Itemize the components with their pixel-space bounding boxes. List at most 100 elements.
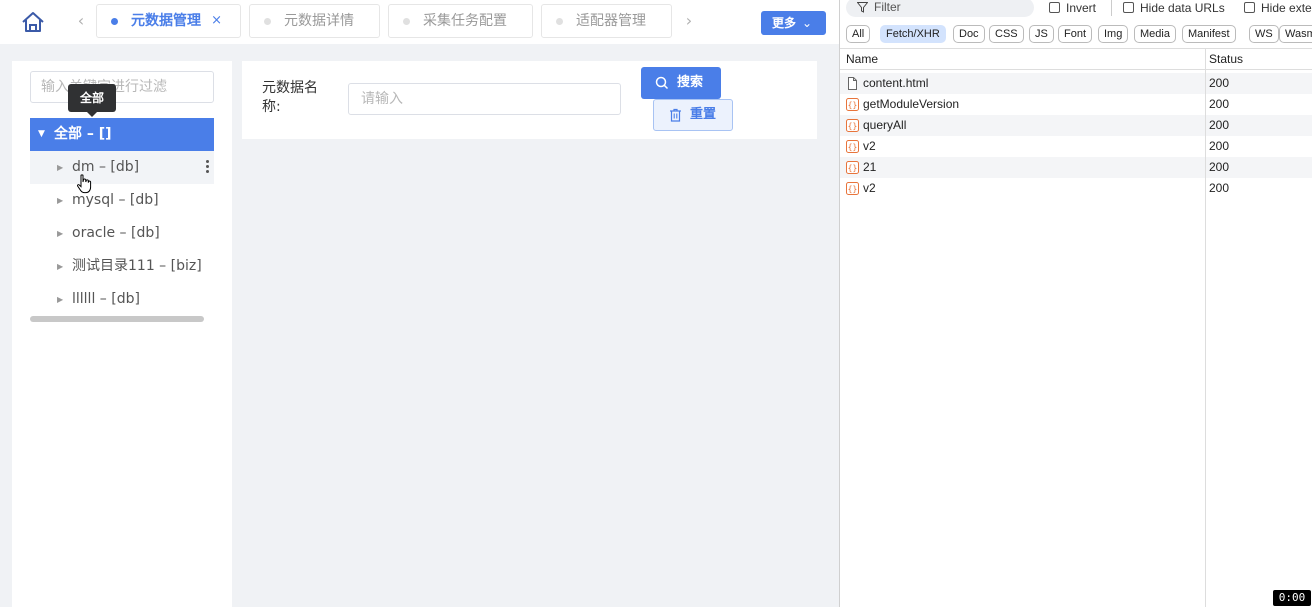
svg-text:{}: {} — [848, 143, 858, 152]
tree-node-mysql[interactable]: ▶ mysql – [db] — [30, 184, 214, 217]
chip-img[interactable]: Img — [1098, 25, 1129, 43]
trash-icon — [670, 108, 681, 122]
request-status: 200 — [1209, 97, 1230, 111]
chip-doc[interactable]: Doc — [953, 25, 985, 43]
devtools-network-panel: Filter Invert Hide data URLs Hide exte A… — [839, 0, 1312, 607]
xhr-icon: {} — [846, 161, 859, 174]
request-status: 200 — [1209, 139, 1230, 153]
tab-label: 元数据详情 — [284, 13, 354, 29]
recording-timer: 0:00 — [1273, 590, 1311, 606]
caret-right-icon[interactable]: ▶ — [57, 151, 63, 184]
request-row[interactable]: {} v2 200 — [840, 178, 1312, 199]
request-name: queryAll — [863, 118, 907, 132]
chip-fetch-xhr[interactable]: Fetch/XHR — [880, 25, 946, 43]
tree-root-node[interactable]: ▼ 全部 – [] — [30, 118, 214, 151]
chip-css[interactable]: CSS — [989, 25, 1024, 43]
checkbox-box[interactable] — [1123, 2, 1134, 13]
caret-right-icon[interactable]: ▶ — [57, 250, 63, 283]
request-name: v2 — [863, 181, 876, 195]
tab-bar: ‹ 元数据管理 × 元数据详情 采集任务配置 适配器管理 › 更多 ⌄ — [0, 0, 839, 44]
tree-node-label: 测试目录111 – [biz] — [72, 258, 202, 274]
chip-manifest[interactable]: Manifest — [1182, 25, 1236, 43]
invert-checkbox[interactable]: Invert — [1049, 1, 1096, 15]
tree-node-oracle[interactable]: ▶ oracle – [db] — [30, 217, 214, 250]
caret-right-icon[interactable]: ▶ — [57, 217, 63, 250]
invert-label: Invert — [1066, 1, 1097, 15]
tab-metadata-management[interactable]: 元数据管理 × — [96, 4, 241, 38]
search-panel: 元数据名称: 搜索 重置 — [242, 61, 817, 139]
more-button-label: 更多 — [772, 16, 797, 30]
column-divider[interactable] — [1205, 48, 1206, 607]
tree-node-label: oracle – [db] — [72, 225, 160, 241]
app-window: ‹ 元数据管理 × 元数据详情 采集任务配置 适配器管理 › 更多 ⌄ ▼ 全部… — [0, 0, 839, 607]
request-status: 200 — [1209, 76, 1230, 90]
tab-adapter-management[interactable]: 适配器管理 — [541, 4, 672, 38]
tab-dot — [403, 18, 410, 25]
tab-dot — [556, 18, 563, 25]
xhr-icon: {} — [846, 119, 859, 132]
request-status: 200 — [1209, 118, 1230, 132]
home-icon[interactable] — [20, 9, 46, 35]
request-name: 21 — [863, 160, 877, 174]
tab-label: 元数据管理 — [131, 13, 201, 29]
xhr-icon: {} — [846, 182, 859, 195]
search-button[interactable]: 搜索 — [641, 67, 721, 99]
request-name: v2 — [863, 139, 876, 153]
search-button-label: 搜索 — [677, 75, 704, 90]
tab-prev-arrow[interactable]: ‹ — [73, 12, 89, 30]
chip-js[interactable]: JS — [1029, 25, 1054, 43]
reset-button-label: 重置 — [690, 107, 717, 122]
request-row[interactable]: {} queryAll 200 — [840, 115, 1312, 136]
search-icon — [655, 76, 669, 90]
tree-node-label: llllll – [db] — [72, 291, 140, 307]
tree-node-test-dir[interactable]: ▶ 测试目录111 – [biz] — [30, 250, 214, 283]
hide-data-urls-label: Hide data URLs — [1140, 1, 1225, 15]
request-status: 200 — [1209, 181, 1230, 195]
chip-media[interactable]: Media — [1134, 25, 1176, 43]
request-row[interactable]: {} getModuleVersion 200 — [840, 94, 1312, 115]
tree-filter-input[interactable] — [30, 71, 214, 103]
toolbar-divider — [1111, 0, 1112, 16]
caret-right-icon[interactable]: ▶ — [57, 283, 63, 316]
chip-all[interactable]: All — [846, 25, 871, 43]
chip-ws[interactable]: WS — [1249, 25, 1279, 43]
tab-dot — [264, 18, 271, 25]
tree-node-llllll[interactable]: ▶ llllll – [db] — [30, 283, 214, 316]
column-header-status[interactable]: Status — [1209, 52, 1243, 66]
document-icon — [848, 77, 857, 90]
svg-text:{}: {} — [848, 122, 858, 131]
request-row[interactable]: content.html 200 — [840, 73, 1312, 94]
svg-text:{}: {} — [848, 101, 858, 110]
metadata-name-input[interactable] — [348, 83, 621, 115]
tab-close-icon[interactable]: × — [211, 5, 222, 37]
checkbox-box[interactable] — [1244, 2, 1255, 13]
more-vertical-icon[interactable] — [206, 160, 210, 175]
hide-extension-urls-checkbox[interactable]: Hide exte — [1244, 1, 1312, 15]
network-filter-input[interactable]: Filter — [846, 0, 1034, 17]
column-header-name[interactable]: Name — [846, 52, 878, 66]
tree-node-dm[interactable]: ▶ dm – [db] — [30, 151, 214, 184]
tree-root-label: 全部 – [] — [54, 126, 112, 142]
hide-data-urls-checkbox[interactable]: Hide data URLs — [1123, 1, 1225, 15]
chip-font[interactable]: Font — [1058, 25, 1093, 43]
horizontal-scrollbar[interactable] — [30, 316, 204, 322]
tab-metadata-details[interactable]: 元数据详情 — [249, 4, 380, 38]
caret-down-icon[interactable]: ▼ — [38, 118, 45, 151]
request-status: 200 — [1209, 160, 1230, 174]
caret-right-icon[interactable]: ▶ — [57, 184, 63, 217]
hand-cursor-icon — [76, 174, 92, 194]
xhr-icon: {} — [846, 140, 859, 153]
tab-collection-task-config[interactable]: 采集任务配置 — [388, 4, 533, 38]
request-row[interactable]: {} 21 200 — [840, 157, 1312, 178]
request-row[interactable]: {} v2 200 — [840, 136, 1312, 157]
svg-text:{}: {} — [848, 185, 858, 194]
chevron-down-icon: ⌄ — [801, 16, 812, 30]
svg-text:{}: {} — [848, 164, 858, 173]
chip-wasm[interactable]: Wasm — [1279, 25, 1312, 43]
request-name: content.html — [863, 76, 929, 90]
tab-next-arrow[interactable]: › — [681, 12, 697, 30]
checkbox-box[interactable] — [1049, 2, 1060, 13]
reset-button[interactable]: 重置 — [653, 99, 733, 131]
tab-label: 适配器管理 — [576, 13, 646, 29]
more-button[interactable]: 更多 ⌄ — [761, 11, 826, 35]
